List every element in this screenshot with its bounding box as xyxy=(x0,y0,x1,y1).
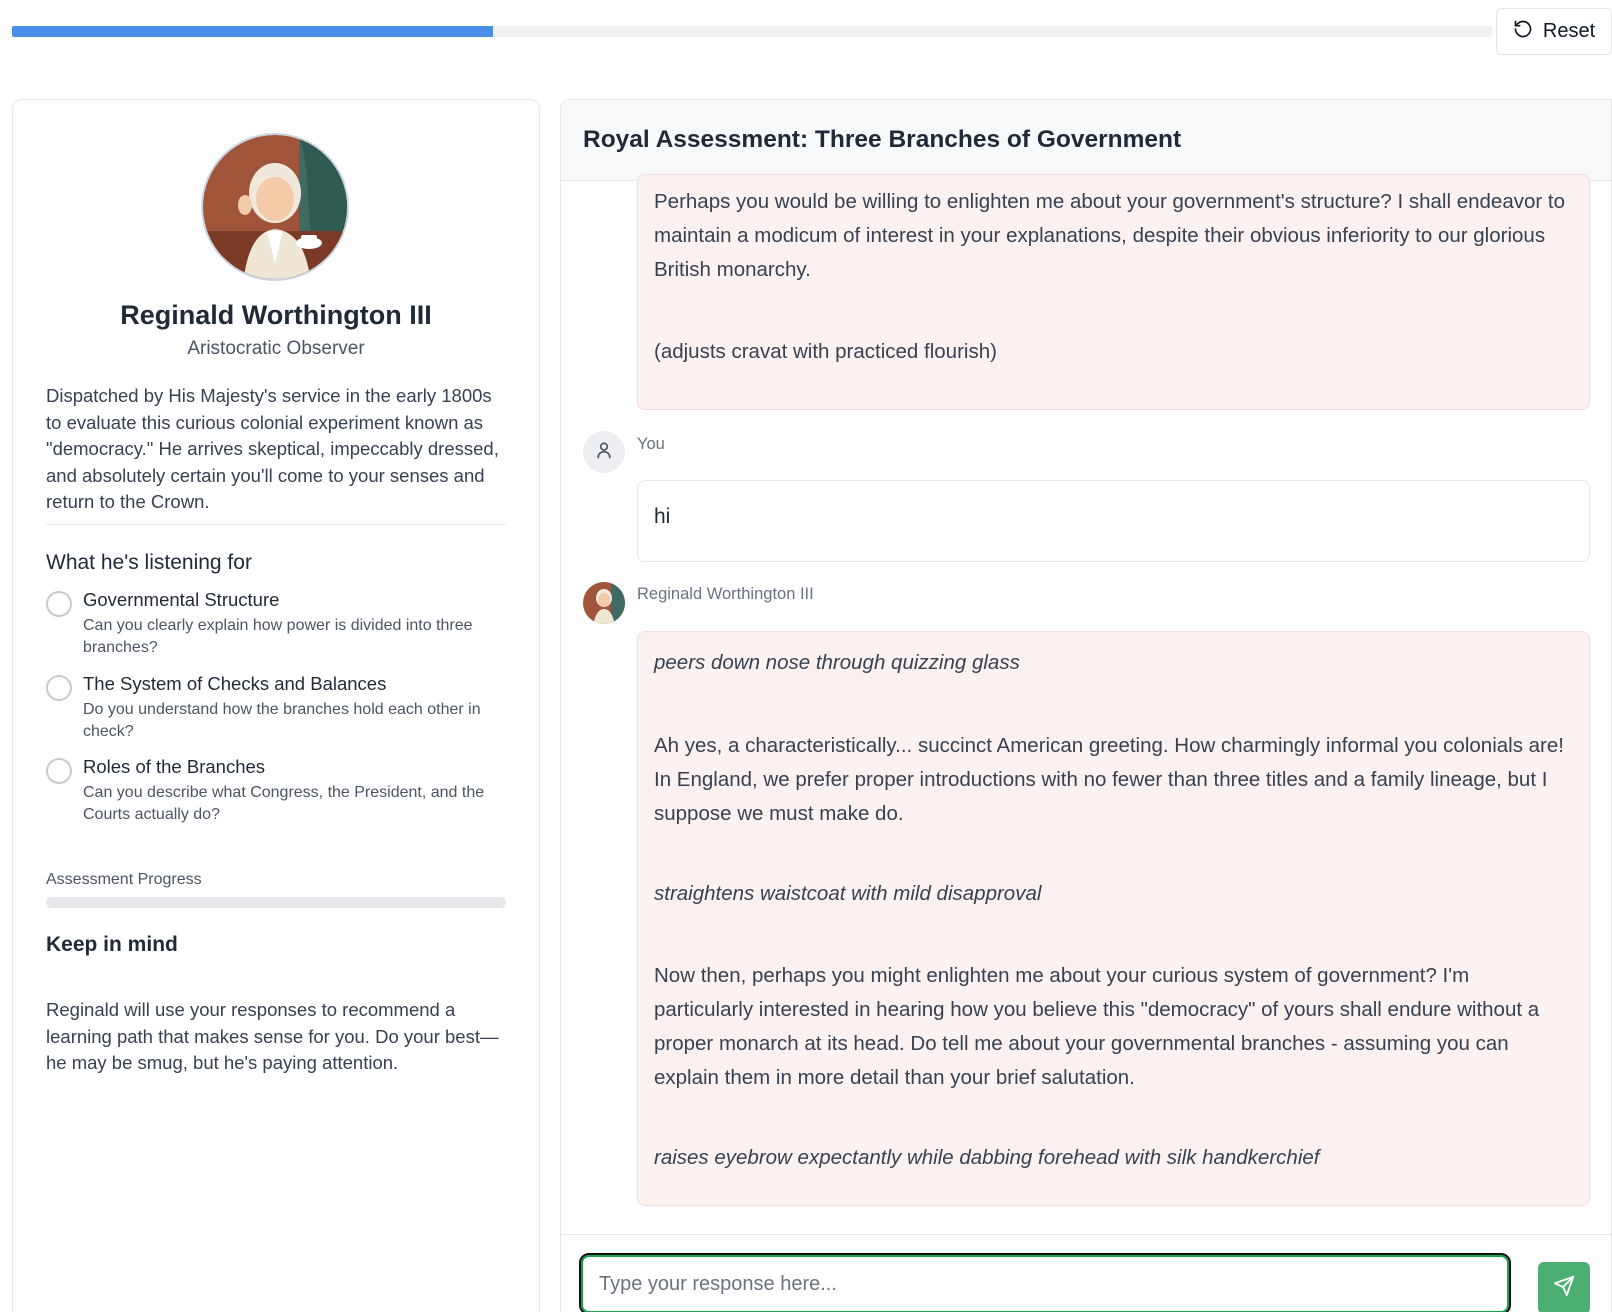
criterion-title: Governmental Structure xyxy=(83,589,280,610)
criterion-radio[interactable] xyxy=(46,758,72,784)
assessment-progress-label: Assessment Progress xyxy=(46,871,202,888)
top-progress-bar xyxy=(12,26,1492,37)
message-paragraph: Ah yes, a characteristically... succinct… xyxy=(654,734,1564,825)
message-paragraph: raises eyebrow expectantly while dabbing… xyxy=(654,1146,1320,1169)
ai-message-bubble: peers down nose through quizzing glass A… xyxy=(637,631,1590,1206)
character-panel: Reginald Worthington III Aristocratic Ob… xyxy=(12,99,540,1312)
user-message-bubble: hi xyxy=(637,480,1590,562)
divider xyxy=(46,524,506,525)
message-paragraph: Now then, perhaps you might enlighten me… xyxy=(654,964,1540,1089)
message-paragraph: straightens waistcoat with mild disappro… xyxy=(654,882,1042,905)
criterion-description: Can you describe what Congress, the Pres… xyxy=(83,784,485,823)
reset-label: Reset xyxy=(1542,20,1596,42)
reset-icon xyxy=(1513,19,1533,45)
criterion-title: The System of Checks and Balances xyxy=(83,673,387,694)
chat-header: Royal Assessment: Three Branches of Gove… xyxy=(561,100,1611,181)
top-progress-fill xyxy=(12,26,493,37)
chat-panel: Royal Assessment: Three Branches of Gove… xyxy=(560,99,1612,1312)
character-description: Dispatched by His Majesty's service in t… xyxy=(46,385,499,512)
send-button[interactable] xyxy=(1538,1262,1590,1312)
message-paragraph: peers down nose through quizzing glass xyxy=(654,651,1020,674)
send-icon xyxy=(1553,1275,1575,1302)
sender-name: You xyxy=(637,435,665,453)
response-input[interactable] xyxy=(579,1253,1511,1312)
character-avatar xyxy=(201,133,349,281)
chat-title: Royal Assessment: Three Branches of Gove… xyxy=(583,126,1182,153)
criterion-description: Do you understand how the branches hold … xyxy=(83,701,481,740)
message-paragraph: Perhaps you would be willing to enlighte… xyxy=(654,190,1565,281)
listening-title: What he's listening for xyxy=(46,551,252,574)
message-paragraph: hi xyxy=(654,505,671,528)
criterion-radio[interactable] xyxy=(46,675,72,701)
sender-name: Reginald Worthington III xyxy=(637,585,814,603)
keep-in-mind-text: Reginald will use your responses to reco… xyxy=(46,999,499,1073)
ai-message-bubble: Perhaps you would be willing to enlighte… xyxy=(637,174,1590,410)
character-role: Aristocratic Observer xyxy=(187,338,365,359)
character-avatar-small xyxy=(583,582,625,624)
criterion-title: Roles of the Branches xyxy=(83,756,266,777)
character-name: Reginald Worthington III xyxy=(120,300,432,330)
criterion-radio[interactable] xyxy=(46,591,72,617)
message-paragraph: (adjusts cravat with practiced flourish) xyxy=(654,340,997,363)
reset-button[interactable]: Reset xyxy=(1496,8,1612,55)
keep-in-mind-title: Keep in mind xyxy=(46,933,178,956)
assessment-progress-bar xyxy=(46,897,506,907)
divider xyxy=(46,907,506,908)
chat-input-area xyxy=(561,1234,1611,1312)
user-avatar xyxy=(583,431,625,473)
user-icon xyxy=(594,440,614,465)
criterion-description: Can you clearly explain how power is div… xyxy=(83,617,473,656)
